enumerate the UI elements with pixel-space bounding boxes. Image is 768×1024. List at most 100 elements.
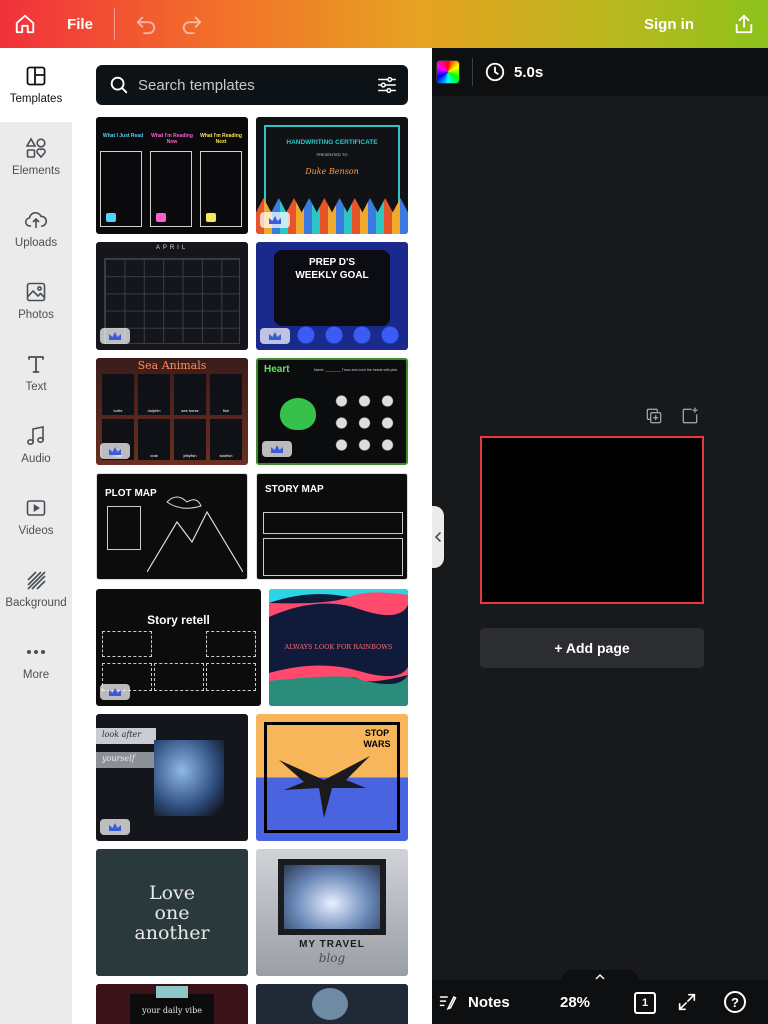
portrait-photo <box>154 740 224 816</box>
clock-icon <box>485 62 505 82</box>
rail-label: Videos <box>18 525 54 537</box>
pro-crown-badge <box>100 443 130 459</box>
text-icon <box>28 356 44 373</box>
animal-card: jellyfish <box>174 419 206 460</box>
template-text: crab <box>150 453 158 458</box>
template-text: PRESENTED TO <box>316 152 348 157</box>
heart-icon <box>206 213 216 222</box>
rail-item-more[interactable]: More <box>0 634 72 700</box>
search-input[interactable] <box>138 65 358 105</box>
template-box <box>263 512 403 534</box>
editor-toolbar: 5.0s <box>432 48 768 96</box>
template-thumbnail[interactable]: STOP WARS <box>256 714 408 841</box>
crown-icon <box>109 688 121 696</box>
template-thumbnail[interactable]: ALWAYS LOOK FOR RAINBOWS <box>269 589 408 706</box>
redo-icon <box>182 16 202 35</box>
floral-decoration <box>312 988 348 1020</box>
template-thumbnail[interactable]: PREP D'S WEEKLY GOAL <box>256 242 408 350</box>
template-thumbnail[interactable]: Love one another <box>96 849 248 976</box>
animal-card: turtle <box>102 374 134 415</box>
template-text: HANDWRITING CERTIFICATE <box>286 139 378 146</box>
notes-icon <box>439 995 457 1010</box>
sign-in-button[interactable]: Sign in <box>632 0 706 48</box>
template-thumbnail[interactable]: Story retell <box>96 589 261 706</box>
share-button[interactable] <box>722 0 766 48</box>
duration-value: 5.0s <box>514 63 544 81</box>
rail-item-elements[interactable]: Elements <box>0 130 72 196</box>
rail-item-videos[interactable]: Videos <box>0 490 72 556</box>
add-page-above-button[interactable] <box>680 406 700 431</box>
rail-item-audio[interactable]: Audio <box>0 418 72 484</box>
template-thumbnail[interactable]: Sea Animals turtle dolphin sea horse fis… <box>96 358 248 465</box>
editor-bottom-bar: Notes 28% 1 ? <box>432 970 768 1024</box>
template-thumbnail[interactable]: your daily vibe <box>96 984 248 1024</box>
collapse-panel-button[interactable] <box>432 506 444 568</box>
heart-icon <box>156 213 166 222</box>
rail-item-background[interactable]: Background <box>0 562 72 628</box>
animal-card: sea horse <box>174 374 206 415</box>
template-text: another <box>134 922 210 944</box>
template-thumbnail[interactable]: MY TRAVEL blog <box>256 849 408 976</box>
template-text: yourself <box>102 754 135 763</box>
share-icon <box>735 14 753 34</box>
audio-icon <box>26 426 45 446</box>
file-menu-button[interactable]: File <box>56 0 104 48</box>
rail-item-templates[interactable]: Templates <box>0 58 72 124</box>
template-thumbnail[interactable]: APRIL <box>96 242 248 350</box>
rail-item-text[interactable]: Text <box>0 346 72 412</box>
undo-button[interactable] <box>128 0 164 48</box>
template-text: STORY MAP <box>265 484 324 495</box>
search-bar <box>96 65 408 105</box>
crown-icon <box>271 445 283 453</box>
design-page-canvas[interactable] <box>480 436 704 604</box>
pro-crown-badge <box>262 441 292 457</box>
template-text: dolphin <box>147 408 161 413</box>
template-text: fish <box>222 408 230 413</box>
page-count-button[interactable]: 1 <box>634 992 656 1014</box>
home-button[interactable] <box>2 0 48 48</box>
notes-button[interactable]: Notes <box>438 980 510 1024</box>
template-thumbnail[interactable]: look after yourself <box>96 714 248 841</box>
background-color-swatch[interactable] <box>436 60 460 84</box>
heart-character-image <box>280 398 316 430</box>
help-button[interactable]: ? <box>724 991 746 1013</box>
chevron-left-icon <box>434 532 441 542</box>
home-icon <box>15 14 35 34</box>
template-thumbnail[interactable]: What I Just Read What I'm Reading Now Wh… <box>96 117 248 234</box>
add-page-button[interactable]: + Add page <box>480 628 704 668</box>
crown-icon <box>269 216 281 224</box>
hearts-grid <box>330 390 400 456</box>
rail-label: Photos <box>18 309 54 321</box>
template-thumbnail[interactable] <box>256 984 408 1024</box>
zoom-level[interactable]: 28% <box>560 980 590 1024</box>
template-thumbnail[interactable]: STORY MAP <box>256 473 408 580</box>
background-icon <box>27 571 46 590</box>
rail-item-uploads[interactable]: Uploads <box>0 202 72 268</box>
template-text: sea horse <box>181 408 199 413</box>
pro-crown-badge <box>100 684 130 700</box>
filter-icon[interactable] <box>376 74 398 96</box>
duration-button[interactable]: 5.0s <box>484 48 543 96</box>
redo-button[interactable] <box>174 0 210 48</box>
template-box <box>206 631 256 657</box>
duplicate-icon <box>646 408 662 424</box>
template-thumbnail[interactable]: Heart Name: ________ Trace and color the… <box>256 358 408 465</box>
pro-crown-badge <box>260 212 290 228</box>
animal-card: dolphin <box>138 374 170 415</box>
duplicate-page-button[interactable] <box>644 406 664 431</box>
template-thumbnail[interactable]: PLOT MAP <box>96 473 248 580</box>
rail-item-photos[interactable]: Photos <box>0 274 72 340</box>
rail-label: More <box>22 669 50 681</box>
videos-icon <box>26 500 46 516</box>
uploads-icon <box>24 212 48 228</box>
pro-crown-badge <box>100 819 130 835</box>
template-thumbnail[interactable]: HANDWRITING CERTIFICATE PRESENTED TO Duk… <box>256 117 408 234</box>
pro-crown-badge <box>260 328 290 344</box>
template-text: jellyfish <box>183 453 197 458</box>
template-box <box>107 506 141 550</box>
crown-icon <box>109 823 121 831</box>
template-box <box>102 631 152 657</box>
fullscreen-button[interactable] <box>676 991 698 1018</box>
crown-icon <box>109 447 121 455</box>
template-text: PREP D'S WEEKLY GOAL <box>295 257 369 281</box>
